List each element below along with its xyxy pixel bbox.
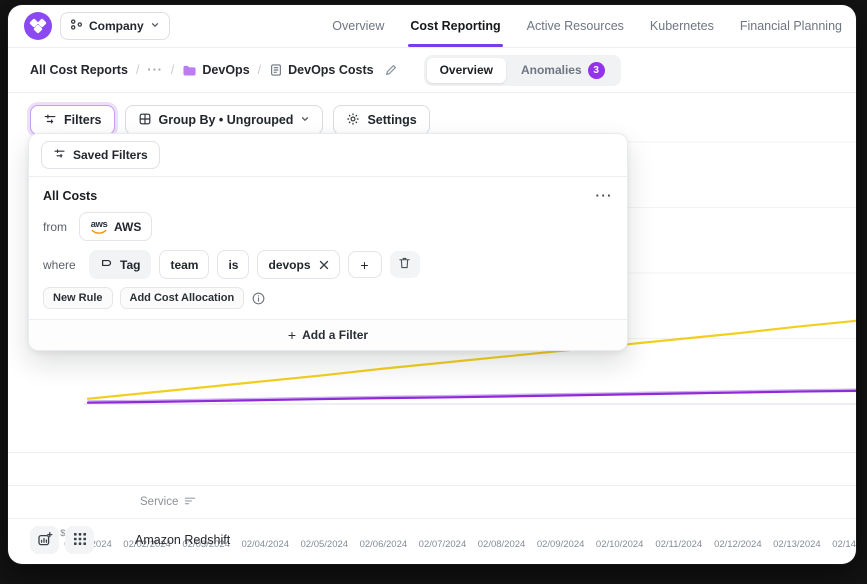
delete-rule-button[interactable]	[390, 251, 420, 278]
plus-icon: +	[288, 327, 296, 343]
grid-view-button[interactable]	[65, 526, 94, 554]
anomalies-count-badge: 3	[588, 62, 605, 79]
breadcrumb-separator: /	[171, 63, 174, 77]
breadcrumb-folder[interactable]: DevOps	[182, 63, 249, 77]
saved-filters-button[interactable]: Saved Filters	[41, 141, 160, 169]
settings-button[interactable]: Settings	[333, 105, 429, 135]
breadcrumb-separator: /	[258, 63, 261, 77]
tab-anomalies[interactable]: Anomalies 3	[508, 58, 618, 83]
info-icon[interactable]	[251, 291, 266, 306]
add-cost-allocation-button[interactable]: Add Cost Allocation	[120, 287, 245, 309]
nav-cost-reporting[interactable]: Cost Reporting	[410, 5, 500, 47]
remove-value-icon[interactable]	[319, 260, 329, 270]
section-divider	[8, 452, 856, 453]
operator-chip[interactable]: is	[217, 250, 249, 279]
folder-icon	[182, 64, 197, 77]
from-rule-row: from aws AWS	[43, 212, 613, 241]
breadcrumb-root[interactable]: All Cost Reports	[30, 63, 128, 77]
add-filter-button[interactable]: + Add a Filter	[29, 319, 627, 350]
filter-title: All Costs	[43, 189, 97, 203]
chart-add-icon	[37, 531, 53, 550]
table-header-row: Service	[8, 485, 856, 519]
provider-chip-aws[interactable]: aws AWS	[79, 212, 152, 241]
add-to-chart-button[interactable]	[30, 526, 59, 554]
nav-financial-planning[interactable]: Financial Planning	[740, 5, 842, 47]
sort-icon	[184, 495, 196, 509]
filter-popover-body: All Costs ··· from aws AWS where	[29, 177, 627, 319]
overflow-menu-icon[interactable]: ···	[596, 191, 614, 201]
report-view-tabs: Overview Anomalies 3	[424, 55, 621, 86]
dots-grid-icon	[73, 532, 87, 549]
grid-icon	[138, 112, 152, 129]
nav-overview[interactable]: Overview	[332, 5, 384, 47]
chevron-down-icon	[300, 113, 310, 127]
rule-actions-row: New Rule Add Cost Allocation	[43, 287, 613, 309]
aws-logo-icon: aws	[90, 220, 108, 234]
breadcrumb: All Cost Reports / ··· / DevOps / DevOps…	[30, 63, 398, 77]
filter-popover: Saved Filters All Costs ··· from aws AWS	[28, 133, 628, 351]
company-selector[interactable]: Company	[60, 12, 170, 40]
top-header: Company Overview Cost Reporting Active R…	[8, 5, 856, 48]
tag-key-chip[interactable]: team	[159, 250, 209, 279]
vantage-logo-icon[interactable]	[24, 12, 52, 40]
service-name: Amazon Redshift	[135, 533, 230, 547]
breadcrumb-report[interactable]: DevOps Costs	[269, 63, 373, 77]
breadcrumb-separator: /	[136, 63, 139, 77]
tag-value-chip[interactable]: devops	[257, 250, 339, 279]
new-rule-button[interactable]: New Rule	[43, 287, 113, 309]
report-toolbar: Filters Group By • Ungrouped Settings	[30, 105, 856, 135]
trash-icon	[398, 256, 411, 273]
where-rule-row: where Tag team is devops +	[43, 250, 613, 279]
light-purple-series-line	[88, 389, 856, 401]
tab-overview[interactable]: Overview	[427, 58, 506, 83]
breadcrumb-ellipsis[interactable]: ···	[147, 63, 163, 77]
purple-series-line	[88, 391, 856, 403]
company-label: Company	[89, 19, 144, 33]
app-window: Company Overview Cost Reporting Active R…	[8, 5, 856, 564]
edit-pencil-icon[interactable]	[384, 63, 398, 77]
table-row: Amazon Redshift	[8, 518, 856, 562]
nav-kubernetes[interactable]: Kubernetes	[650, 5, 714, 47]
nav-active-resources[interactable]: Active Resources	[527, 5, 624, 47]
filter-popover-header: Saved Filters	[29, 134, 627, 177]
filter-icon	[43, 112, 57, 129]
document-icon	[269, 63, 283, 77]
service-column-header[interactable]: Service	[140, 495, 196, 509]
gear-icon	[346, 112, 360, 129]
tag-icon	[100, 256, 114, 273]
filters-button[interactable]: Filters	[30, 105, 115, 135]
tag-type-chip[interactable]: Tag	[89, 250, 151, 279]
primary-nav: Overview Cost Reporting Active Resources…	[332, 5, 842, 47]
breadcrumb-row: All Cost Reports / ··· / DevOps / DevOps…	[8, 48, 856, 93]
from-label: from	[43, 220, 71, 234]
group-by-button[interactable]: Group By • Ungrouped	[125, 105, 324, 135]
chevron-down-icon	[150, 19, 160, 33]
add-condition-button[interactable]: +	[348, 251, 382, 278]
filter-icon	[53, 147, 66, 163]
where-label: where	[43, 258, 81, 272]
org-icon	[70, 18, 83, 34]
